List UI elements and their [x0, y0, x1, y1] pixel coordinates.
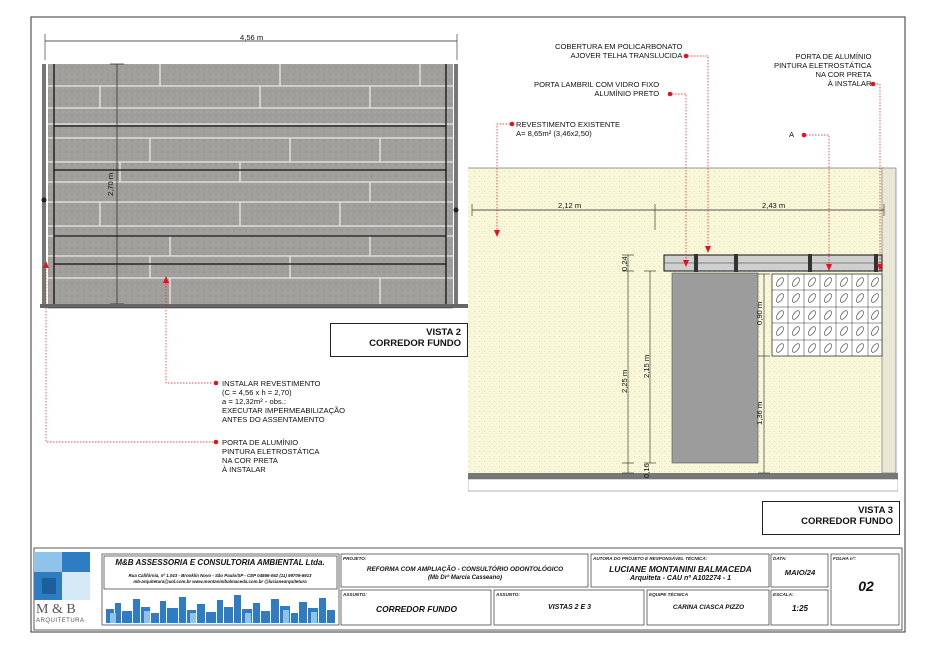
- titleblock-grid: [101, 553, 900, 626]
- company-contacts: mb-arquitetura@uol.com.br www.montaninib…: [133, 579, 307, 584]
- assunto2-label: ASSUNTO:: [496, 592, 520, 597]
- autor-cau: Arquiteta - CAU nº A102274 - 1: [629, 575, 732, 582]
- escala-label: ESCALA:: [773, 592, 794, 597]
- projeto-line2: (Mb Drª Marcia Casseano): [428, 575, 502, 581]
- escala-value: 1:25: [791, 604, 808, 613]
- autor-name: LUCIANE MONTANINI BALMACEDA: [609, 564, 752, 574]
- data-value: MAIO/24: [784, 568, 816, 577]
- assunto-value: CORREDOR FUNDO: [376, 604, 457, 614]
- drawing-sheet: 4,56 m 2,70 m INSTALAR REVESTIMENTO (C =…: [0, 0, 929, 653]
- projeto-label: PROJETO:: [343, 556, 367, 561]
- autor-label: AUTORA DO PROJETO E RESPONSÁVEL TÉCNICA:: [593, 556, 708, 561]
- folha-value: 02: [858, 578, 874, 594]
- company-address: Rua Califórnia, nº 1.043 - Brooklin Novo…: [128, 573, 312, 578]
- equipe-label: EQUIPE TÉCNICA: [649, 592, 689, 597]
- equipe-value: CARINA CIASCA PIZZO: [672, 604, 745, 611]
- assunto2-value: VISTAS 2 E 3: [547, 604, 592, 611]
- company-name: M&B ASSESSORIA E CONSULTORIA AMBIENTAL L…: [115, 558, 325, 567]
- folha-label: FOLHA nº:: [833, 556, 856, 561]
- projeto-line1: REFORMA COM AMPLIAÇÃO - CONSULTÓRIO ODON…: [366, 566, 564, 573]
- data-label: DATA:: [773, 556, 787, 561]
- assunto-label: ASSUNTO:: [343, 592, 367, 597]
- city-skyline-icon: [104, 591, 337, 623]
